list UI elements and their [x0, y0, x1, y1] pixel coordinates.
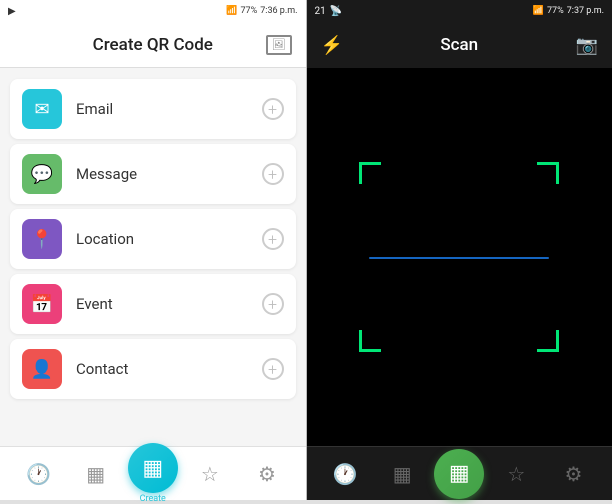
back-icon[interactable]: ⚡	[321, 35, 343, 56]
corner-top-right	[537, 162, 559, 184]
page-title-left: Create QR Code	[93, 35, 213, 55]
menu-item-event[interactable]: 📅 Event +	[10, 274, 296, 334]
add-event-icon[interactable]: +	[262, 293, 284, 315]
status-bar-left: ▶ 📶 77% 7:36 p.m.	[0, 0, 306, 22]
nav-favorites-left[interactable]: ☆	[181, 462, 238, 486]
menu-list: ✉ Email + 💬 Message + 📍 Location + 📅 Eve…	[0, 68, 306, 446]
corner-bottom-left	[359, 330, 381, 352]
nav-qrlist-right[interactable]: ▦	[374, 462, 431, 486]
nav-qrlist-left[interactable]: ▦	[67, 462, 124, 486]
contact-label: Contact	[76, 360, 128, 378]
event-label: Event	[76, 295, 113, 313]
add-location-icon[interactable]: +	[262, 228, 284, 250]
notification-icon: ▶	[8, 6, 16, 17]
history-icon-right: 🕐	[333, 462, 358, 486]
location-icon-box: 📍	[22, 219, 62, 259]
add-sms-icon[interactable]: +	[262, 163, 284, 185]
menu-item-location[interactable]: 📍 Location +	[10, 209, 296, 269]
event-icon-box: 📅	[22, 284, 62, 324]
time-right: 7:37 p.m.	[567, 6, 604, 16]
battery-right: 77%	[547, 6, 564, 16]
menu-item-email[interactable]: ✉ Email +	[10, 79, 296, 139]
gallery-icon[interactable]: 🖼	[266, 35, 292, 55]
page-title-right: Scan	[440, 35, 478, 55]
create-qr-icon: ▦	[142, 456, 163, 481]
status-left-icons: ▶	[8, 6, 16, 17]
email-label: Email	[76, 100, 113, 118]
app-count-icon: 21	[315, 6, 326, 17]
nav-scan[interactable]: ▦	[431, 449, 488, 499]
nav-settings-right[interactable]: ⚙	[545, 462, 602, 486]
right-header: ⚡ Scan 📷	[307, 22, 612, 68]
cast-icon: 📡	[330, 6, 342, 17]
star-icon-left: ☆	[201, 462, 219, 486]
nav-settings-left[interactable]: ⚙	[238, 462, 295, 486]
right-panel: 21 📡 📶 77% 7:37 p.m. ⚡ Scan 📷 🕐 ▦	[307, 0, 612, 500]
wifi-icon-right: 📶	[533, 6, 544, 16]
scan-button[interactable]: ▦	[434, 449, 484, 499]
create-label: Create	[140, 494, 166, 504]
nav-create[interactable]: ▦ Create	[124, 443, 181, 504]
left-header: Create QR Code 🖼	[0, 22, 306, 68]
qrlist-icon-left: ▦	[86, 462, 105, 486]
sms-icon-box: 💬	[22, 154, 62, 194]
nav-history-left[interactable]: 🕐	[10, 462, 67, 486]
qrlist-icon-right: ▦	[393, 462, 412, 486]
corner-top-left	[359, 162, 381, 184]
star-icon-right: ☆	[507, 462, 525, 486]
menu-item-sms[interactable]: 💬 Message +	[10, 144, 296, 204]
corner-bottom-right	[537, 330, 559, 352]
wifi-icon: 📶	[226, 6, 237, 16]
email-icon-box: ✉	[22, 89, 62, 129]
camera-icon[interactable]: 📷	[576, 35, 598, 56]
viewfinder	[359, 162, 559, 352]
left-panel: ▶ 📶 77% 7:36 p.m. Create QR Code 🖼 ✉ Ema…	[0, 0, 306, 500]
status-right-icons: 📶 77% 7:36 p.m.	[226, 6, 297, 16]
nav-history-right[interactable]: 🕐	[317, 462, 374, 486]
battery-left: 77%	[241, 6, 258, 16]
history-icon-left: 🕐	[26, 462, 51, 486]
add-contact-icon[interactable]: +	[262, 358, 284, 380]
status-right-left-icons: 21 📡	[315, 6, 343, 17]
settings-icon-left: ⚙	[258, 462, 276, 486]
add-email-icon[interactable]: +	[262, 98, 284, 120]
create-button[interactable]: ▦	[128, 443, 178, 493]
scan-line	[369, 257, 549, 259]
status-bar-right: 21 📡 📶 77% 7:37 p.m.	[307, 0, 612, 22]
status-right-right-icons: 📶 77% 7:37 p.m.	[533, 6, 604, 16]
sms-label: Message	[76, 165, 137, 183]
menu-item-contact[interactable]: 👤 Contact +	[10, 339, 296, 399]
location-label: Location	[76, 230, 134, 248]
bottom-nav-right: 🕐 ▦ ▦ ☆ ⚙	[307, 446, 612, 500]
nav-favorites-right[interactable]: ☆	[488, 462, 545, 486]
settings-icon-right: ⚙	[564, 462, 582, 486]
scan-qr-icon: ▦	[449, 461, 470, 486]
time-left: 7:36 p.m.	[260, 6, 297, 16]
contact-icon-box: 👤	[22, 349, 62, 389]
scan-area	[307, 68, 612, 446]
bottom-nav-left: 🕐 ▦ ▦ Create ☆ ⚙	[0, 446, 306, 500]
